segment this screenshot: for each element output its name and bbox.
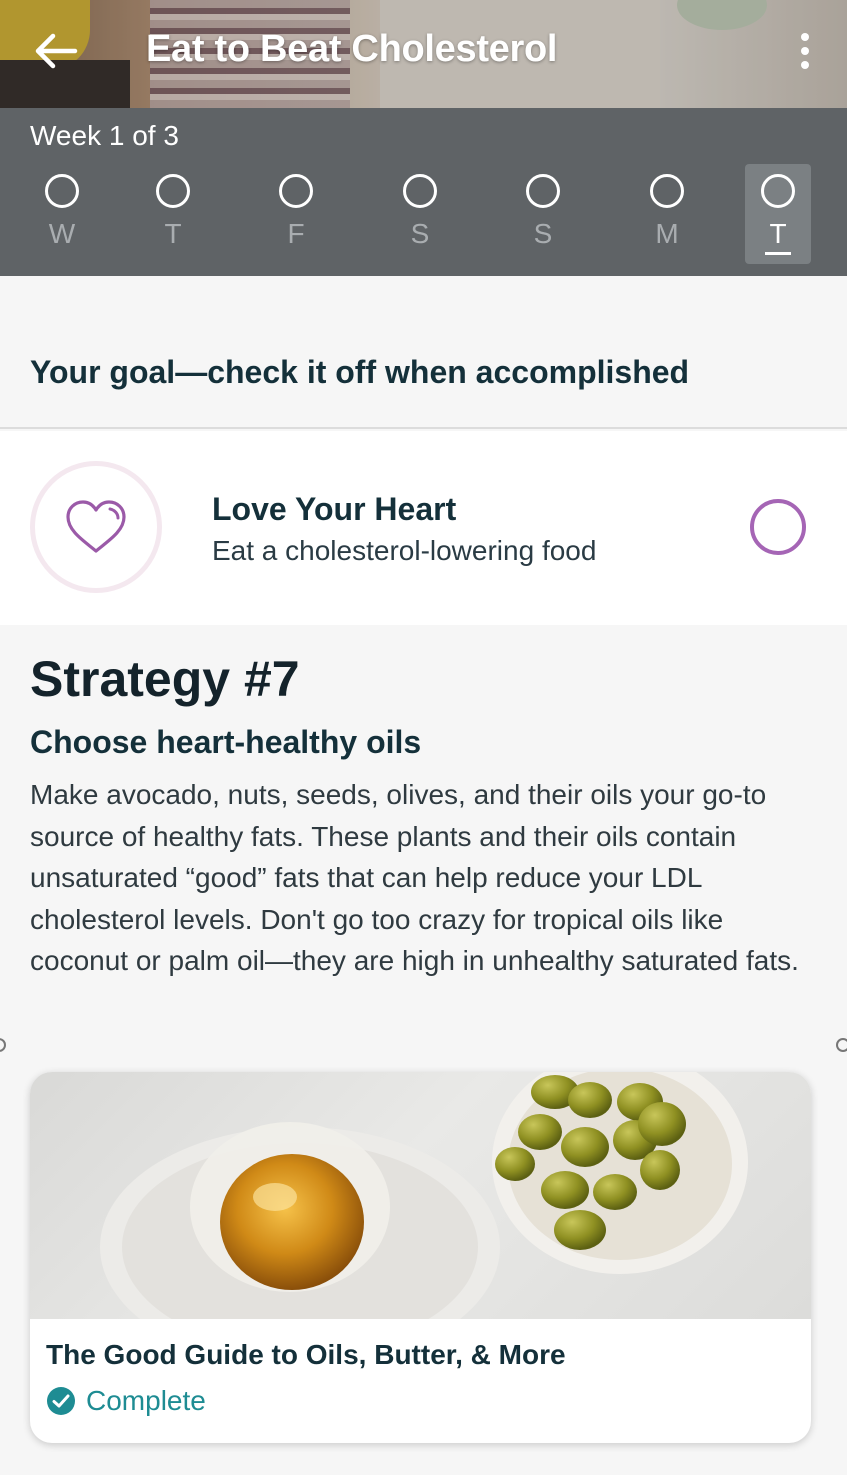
heart-icon [66, 500, 126, 553]
strategy-body: Make avocado, nuts, seeds, olives, and t… [30, 779, 799, 977]
day-letter: S [533, 218, 553, 249]
goal-card: Love Your Heart Eat a cholesterol-loweri… [0, 431, 847, 625]
day-wednesday[interactable]: W [29, 164, 95, 264]
day-letter: T [164, 218, 182, 249]
more-vertical-icon [801, 33, 809, 41]
day-letter: F [287, 218, 305, 249]
strategy-title: Choose heart-healthy oils [30, 724, 422, 760]
day-status-circle-icon [403, 174, 437, 208]
day-monday[interactable]: M [634, 164, 700, 264]
day-status-circle-icon [650, 174, 684, 208]
arrow-left-icon [35, 33, 78, 69]
status-label: Complete [86, 1385, 206, 1416]
day-tuesday-selected[interactable]: T [745, 164, 811, 264]
goal-section-header: Your goal—check it off when accomplished [0, 276, 847, 429]
goal-subtitle: Eat a cholesterol-lowering food [212, 535, 597, 566]
article-status: Complete [46, 1385, 206, 1417]
day-sunday[interactable]: S [510, 164, 576, 264]
goal-heading: Your goal—check it off when accomplished [30, 354, 690, 390]
article-image [30, 1072, 811, 1319]
more-options-button[interactable] [793, 26, 817, 76]
scroll-handle-right [836, 1038, 847, 1052]
day-letter: S [410, 218, 430, 249]
article-card[interactable]: The Good Guide to Oils, Butter, & More C… [30, 1072, 811, 1443]
goal-icon-badge [30, 461, 162, 593]
day-saturday[interactable]: S [387, 164, 453, 264]
article-title: The Good Guide to Oils, Butter, & More [46, 1339, 566, 1370]
strategy-number: Strategy #7 [30, 651, 300, 707]
week-selector: Week 1 of 3 W T F S S M T [0, 108, 847, 276]
day-letter: W [48, 218, 76, 249]
day-friday[interactable]: F [263, 164, 329, 264]
back-button[interactable] [30, 28, 80, 74]
goal-title: Love Your Heart [212, 491, 457, 527]
week-label: Week 1 of 3 [30, 120, 179, 151]
day-status-circle-icon [279, 174, 313, 208]
day-status-circle-icon [526, 174, 560, 208]
day-letter: M [655, 218, 679, 249]
day-letter: T [765, 218, 791, 255]
day-thursday[interactable]: T [140, 164, 206, 264]
scroll-handle-left [0, 1038, 6, 1052]
page-title: Eat to Beat Cholesterol [146, 28, 558, 70]
day-status-circle-icon [156, 174, 190, 208]
article-info: The Good Guide to Oils, Butter, & More C… [30, 1319, 811, 1443]
goal-checkbox[interactable] [750, 499, 806, 555]
day-status-circle-icon [45, 174, 79, 208]
app-bar: Eat to Beat Cholesterol [0, 0, 847, 108]
check-circle-icon [47, 1387, 75, 1415]
day-status-circle-icon [761, 174, 795, 208]
